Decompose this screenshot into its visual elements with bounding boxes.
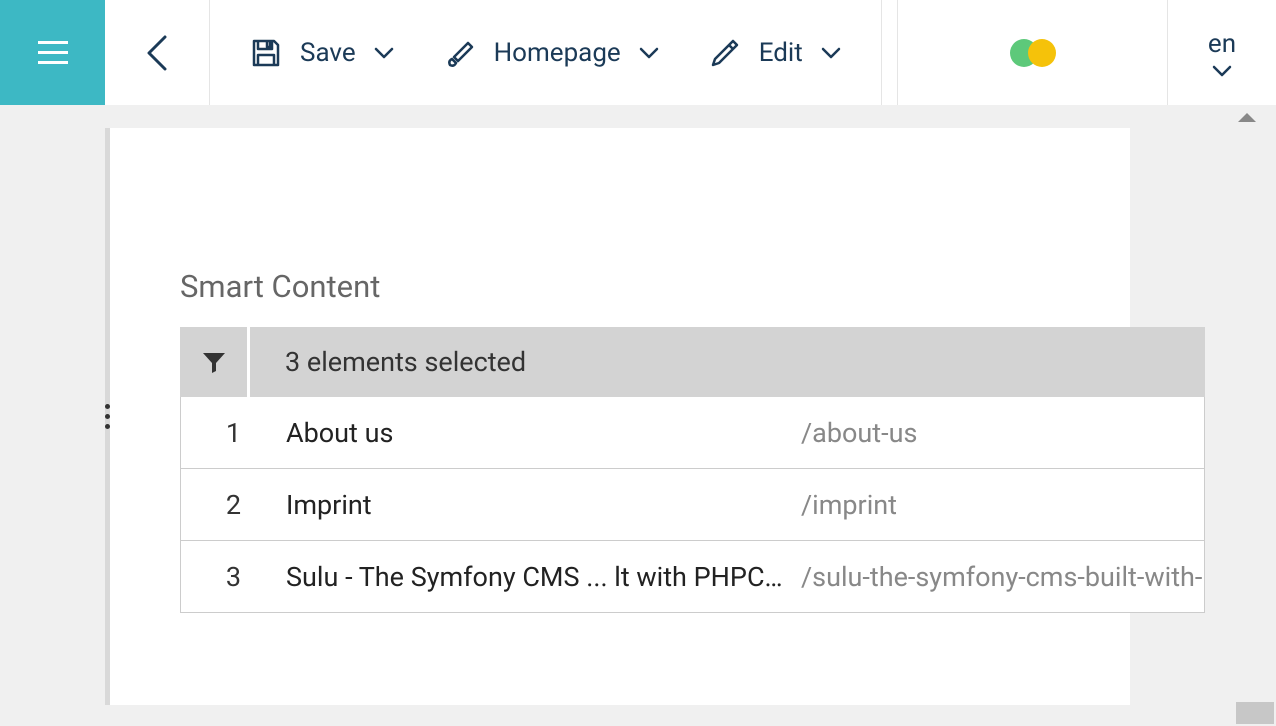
- chevron-down-icon: [1212, 65, 1232, 77]
- chevron-down-icon: [639, 47, 659, 59]
- chevron-left-icon: [145, 35, 169, 71]
- filter-icon: [201, 349, 227, 375]
- row-path: /about-us: [801, 417, 1204, 449]
- row-path: /imprint: [801, 489, 1204, 521]
- toolbar-spacer: [882, 0, 898, 105]
- row-title: Imprint: [286, 489, 801, 521]
- section-title: Smart Content: [180, 268, 1205, 305]
- brush-icon: [444, 37, 476, 69]
- row-title: Sulu - The Symfony CMS ... lt with PHPCR…: [286, 561, 801, 593]
- row-number: 3: [181, 561, 286, 593]
- language-selector[interactable]: en: [1168, 0, 1276, 105]
- status-indicator-icon: [1010, 39, 1056, 67]
- chevron-down-icon: [374, 47, 394, 59]
- edit-button[interactable]: Edit: [709, 37, 841, 69]
- panel-content: Smart Content 3 elements selected 1About…: [110, 128, 1205, 705]
- save-button[interactable]: Save: [250, 37, 394, 69]
- row-path: /sulu-the-symfony-cms-built-with-phpcr-a: [801, 561, 1204, 593]
- row-title: About us: [286, 417, 801, 449]
- save-label: Save: [300, 38, 356, 68]
- filter-button[interactable]: [180, 327, 250, 397]
- table-row[interactable]: 3Sulu - The Symfony CMS ... lt with PHPC…: [180, 541, 1205, 613]
- edit-label: Edit: [759, 38, 803, 68]
- hamburger-icon: [38, 41, 68, 65]
- chevron-down-icon: [821, 47, 841, 59]
- filter-summary[interactable]: 3 elements selected: [250, 327, 1205, 397]
- menu-button[interactable]: [0, 0, 105, 105]
- language-label: en: [1208, 29, 1236, 59]
- scrollbar-thumb[interactable]: [1236, 702, 1274, 724]
- content-area: Smart Content 3 elements selected 1About…: [0, 105, 1276, 726]
- table-row[interactable]: 1About us/about-us: [180, 397, 1205, 469]
- table-row[interactable]: 2Imprint/imprint: [180, 469, 1205, 541]
- template-button[interactable]: Homepage: [444, 37, 659, 69]
- content-panel: Smart Content 3 elements selected 1About…: [105, 128, 1130, 705]
- row-number: 1: [181, 417, 286, 449]
- pencil-icon: [709, 37, 741, 69]
- filter-header: 3 elements selected: [180, 327, 1205, 397]
- top-toolbar: Save Homepage Edit: [0, 0, 1276, 105]
- smart-content-widget: 3 elements selected 1About us/about-us2I…: [180, 327, 1205, 613]
- back-button[interactable]: [105, 0, 210, 105]
- save-icon: [250, 37, 282, 69]
- toolbar-actions: Save Homepage Edit: [210, 0, 882, 105]
- row-number: 2: [181, 489, 286, 521]
- scroll-up-icon[interactable]: [1238, 113, 1256, 122]
- publish-status[interactable]: [898, 0, 1168, 105]
- template-label: Homepage: [494, 38, 621, 68]
